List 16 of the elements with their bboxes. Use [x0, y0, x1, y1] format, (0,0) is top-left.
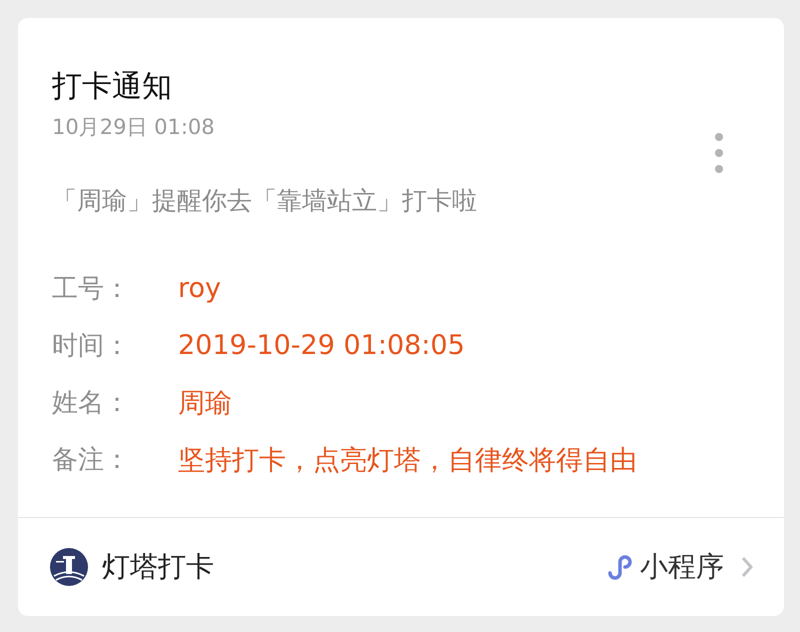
field-value: 2019-10-29 01:08:05	[178, 330, 465, 361]
mini-program-label[interactable]: 小程序	[640, 548, 724, 586]
message-text: 「周瑜」提醒你去「靠墙站立」打卡啦	[51, 185, 478, 217]
chevron-right-icon[interactable]	[740, 555, 754, 579]
lighthouse-icon	[50, 548, 88, 586]
timestamp: 10月29日 01:08	[52, 114, 215, 140]
field-value: roy	[178, 273, 222, 304]
card-title: 打卡通知	[52, 68, 173, 106]
more-icon[interactable]	[714, 132, 724, 174]
field-label: 工号：	[52, 273, 131, 306]
field-label: 姓名：	[52, 387, 131, 420]
field-label: 备注：	[52, 444, 131, 477]
field-label: 时间：	[52, 330, 131, 363]
field-value: 坚持打卡，点亮灯塔，自律终将得自由	[178, 444, 637, 478]
field-value: 周瑜	[178, 386, 232, 420]
app-name: 灯塔打卡	[102, 549, 214, 585]
